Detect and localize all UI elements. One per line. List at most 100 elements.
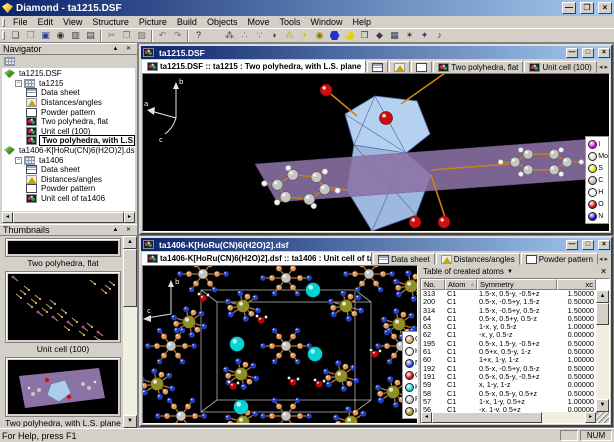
tree-item[interactable]: Powder pattern (2, 107, 135, 117)
column-header-atom[interactable]: Atom▵ (445, 279, 477, 290)
scroll-down-icon[interactable]: ▼ (596, 399, 609, 412)
toolbar-cut-button[interactable]: ✂ (104, 29, 119, 42)
thumbnail-two-polyhedra-ls-plane[interactable]: Two polyhedra, with L.S. plane (5, 357, 121, 428)
menu-edit[interactable]: Edit (33, 17, 59, 27)
tab-scroll-right-icon[interactable]: ▸ (604, 63, 608, 71)
toolbar-note-button[interactable]: ♪ (432, 29, 447, 42)
tree-item[interactable]: Two polyhedra, flat (2, 117, 135, 127)
win1-close-button[interactable]: × (598, 48, 610, 58)
tree-item[interactable]: Unit cell of ta1406 (2, 194, 135, 204)
table-hscrollbar[interactable]: ◂ ▸ (421, 412, 609, 423)
navigator-pin-icon[interactable]: ▲ (110, 45, 121, 54)
scroll-thumb[interactable] (596, 303, 609, 325)
toolbar-print-preview-button[interactable]: ▥ (68, 29, 83, 42)
toolbar-save-button[interactable]: ▣ (38, 29, 53, 42)
toolbar-hexagon-ring-button[interactable] (327, 29, 342, 42)
menu-grip[interactable] (2, 18, 5, 27)
tree-item[interactable]: Distances/angles (2, 98, 135, 108)
tree-item[interactable]: −ta1406 (2, 155, 135, 165)
win2-minimize-button[interactable]: — (566, 240, 578, 250)
tab-powder-pattern[interactable]: Powder pattern (521, 253, 598, 265)
tree-item[interactable]: Data sheet (2, 165, 135, 175)
table-row[interactable]: 58C10.5-x, 0.5-y, 0.5+z0.50000 (421, 390, 596, 398)
menu-structure[interactable]: Structure (87, 17, 134, 27)
win2-close-button[interactable]: × (598, 240, 610, 250)
thumbnails-vscrollbar[interactable]: ▲ ▼ (123, 236, 137, 428)
tree-item[interactable]: ta1406-K[HoRu(CN)6(H2O)2].dsf (2, 146, 135, 156)
tab-data-sheet[interactable]: Data sheet (373, 253, 435, 265)
toolbar-fill-unit-cell-button[interactable]: ⁂ (282, 29, 297, 42)
toolbar-molecule-fragment-button[interactable]: ∵ (252, 29, 267, 42)
toolbar-incomplete-ring-button[interactable] (342, 29, 357, 42)
toolbar-star-add-button[interactable]: ✦ (417, 29, 432, 42)
toolbar-get-molecules-button[interactable]: ∴ (237, 29, 252, 42)
tab-scroll-right-icon[interactable]: ▸ (604, 255, 608, 263)
table-row[interactable]: 313C11.5-x, 0.5-y, -0.5+z1.50000 (421, 290, 596, 298)
tab-datasheet[interactable] (367, 61, 388, 73)
table-dropdown-icon[interactable]: ▼ (507, 269, 513, 275)
menu-help[interactable]: Help (348, 17, 377, 27)
navigator-close-icon[interactable]: ✕ (123, 45, 134, 54)
restore-button[interactable]: ❐ (580, 2, 594, 14)
minimize-button[interactable]: — (562, 2, 576, 14)
tree-item[interactable]: Data sheet (2, 88, 135, 98)
table-row[interactable]: 63C11-x, y, 0.5-z1.00000 (421, 323, 596, 331)
menu-view[interactable]: View (58, 17, 87, 27)
column-header-no-[interactable]: No. (421, 279, 445, 290)
table-vscrollbar[interactable]: ▲ ▼ (596, 290, 609, 412)
table-row[interactable]: 60C11+x, 1-y, 1-z1.00000 (421, 356, 596, 364)
table-row[interactable]: 192C10.5-x, -0.5+y, 0.5-z0.50000 (421, 365, 596, 373)
scroll-up-icon[interactable]: ▲ (123, 236, 137, 249)
table-row[interactable]: 59C1x, 1-y, 1-z0.00000 (421, 381, 596, 389)
toolbar-undo-button[interactable]: ↶ (155, 29, 170, 42)
tab-two-polyhedra-ls-plane[interactable]: ta1215.DSF :: ta1215 : Two polyhedra, wi… (142, 60, 366, 73)
table-close-icon[interactable]: ✕ (600, 267, 607, 276)
scroll-right-icon[interactable]: ▸ (124, 212, 135, 223)
toolbar-packing-button[interactable]: ▦ (387, 29, 402, 42)
resize-grip[interactable] (596, 412, 609, 423)
menu-picture[interactable]: Picture (134, 17, 172, 27)
toolbar-print-button[interactable]: ▤ (83, 29, 98, 42)
table-row[interactable]: 200C10.5-x, -0.5+y, 1.5-z0.50000 (421, 298, 596, 306)
win1-minimize-button[interactable]: — (566, 48, 578, 58)
win2-maximize-button[interactable]: □ (582, 240, 594, 250)
tab-angles[interactable] (389, 61, 410, 73)
table-row[interactable]: 195C10.5-x, 1.5-y, -0.5+z0.50000 (421, 340, 596, 348)
win2-title-bar[interactable]: ta1406-K[HoRu(CN)6(H2O)2].dsf — □ × (141, 238, 611, 251)
table-row[interactable]: 191C10.5-x, 0.5-y, -0.5+z0.50000 (421, 373, 596, 381)
toolbar-add-atoms-button[interactable]: + (297, 29, 312, 42)
toolbar-grow-polyhedra-button[interactable]: ◗ (267, 29, 282, 42)
scroll-thumb[interactable] (13, 212, 124, 223)
toolbar-star-set-button[interactable]: ✶ (402, 29, 417, 42)
toolbar-unit-cell-box-button[interactable]: ❒ (357, 29, 372, 42)
scroll-right-icon[interactable]: ▸ (585, 412, 596, 423)
scroll-thumb[interactable] (123, 249, 137, 307)
table-row[interactable]: 57C11-x, 1-y, 0.5+z1.00000 (421, 398, 596, 406)
thumbnails-close-icon[interactable]: ✕ (123, 226, 134, 235)
toolbar-grip[interactable] (2, 31, 5, 40)
tab-unit-cell-ta1406[interactable]: ta1406-K[HoRu(CN)6(H2O)2].dsf :: ta1406 … (142, 252, 372, 265)
table-row[interactable]: 61C10.5+x, 0.5-y, 1-z0.50000 (421, 348, 596, 356)
column-header-xc[interactable]: xc (557, 279, 596, 290)
win1-title-bar[interactable]: ta1215.DSF — □ × (141, 46, 611, 59)
tab-unit-cell-100-[interactable]: Unit cell (100) (524, 61, 596, 73)
table-row[interactable]: 314C11.5-x, -0.5+y, 0.5-z1.50000 (421, 307, 596, 315)
scroll-track[interactable] (542, 412, 585, 423)
toolbar-context-help-button[interactable]: ? (191, 29, 206, 42)
tab-two-polyhedra-flat[interactable]: Two polyhedra, flat (433, 61, 523, 73)
scroll-track[interactable] (123, 307, 137, 415)
win2-3d-view[interactable]: b c CHNOKRuHo (142, 265, 418, 424)
tree-item[interactable]: Distances/angles (2, 175, 135, 185)
menu-tools[interactable]: Tools (274, 17, 305, 27)
scroll-left-icon[interactable]: ◂ (2, 212, 13, 223)
tab-scroll-left-icon[interactable]: ◂ (599, 255, 603, 263)
navigator-newpicture-button[interactable] (2, 56, 18, 68)
menu-objects[interactable]: Objects (202, 17, 243, 27)
menu-build[interactable]: Build (172, 17, 202, 27)
win1-3d-view[interactable]: b a c IMoSCHON (142, 73, 610, 232)
tab-powder[interactable] (411, 61, 432, 73)
toolbar-new-document-button[interactable]: ❑ (8, 29, 23, 42)
tree-expander-icon[interactable]: − (15, 80, 22, 87)
toolbar-open-button[interactable]: ❒ (23, 29, 38, 42)
toolbar-atom-design-button[interactable]: ◉ (312, 29, 327, 42)
